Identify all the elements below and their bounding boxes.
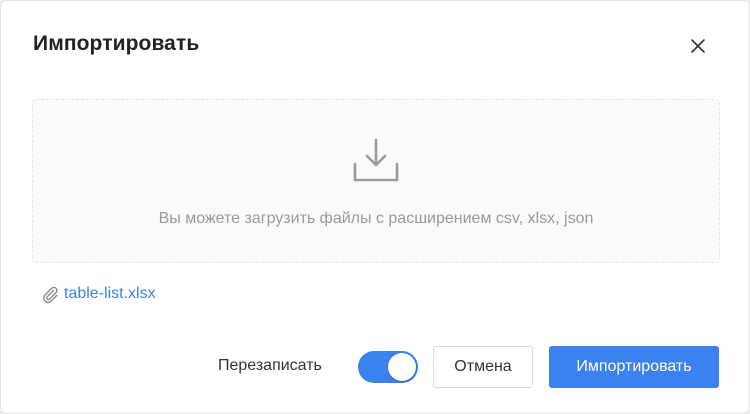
import-dialog: Импортировать Вы можете загрузить файлы … [0, 0, 750, 414]
import-button[interactable]: Импортировать [549, 346, 719, 388]
overwrite-toggle[interactable] [358, 351, 418, 383]
attached-file[interactable]: table-list.xlsx [41, 285, 156, 303]
close-button[interactable] [683, 33, 713, 63]
file-dropzone[interactable]: Вы можете загрузить файлы с расширением … [32, 99, 720, 263]
toggle-knob [388, 353, 416, 381]
attached-file-name: table-list.xlsx [64, 285, 156, 302]
paperclip-icon [41, 285, 59, 303]
cancel-button[interactable]: Отмена [433, 346, 533, 388]
download-tray-icon [352, 136, 400, 184]
close-icon [690, 38, 706, 59]
dropzone-hint: Вы можете загрузить файлы с расширением … [158, 210, 594, 227]
dialog-title: Импортировать [33, 32, 200, 55]
overwrite-label: Перезаписать [218, 357, 322, 374]
